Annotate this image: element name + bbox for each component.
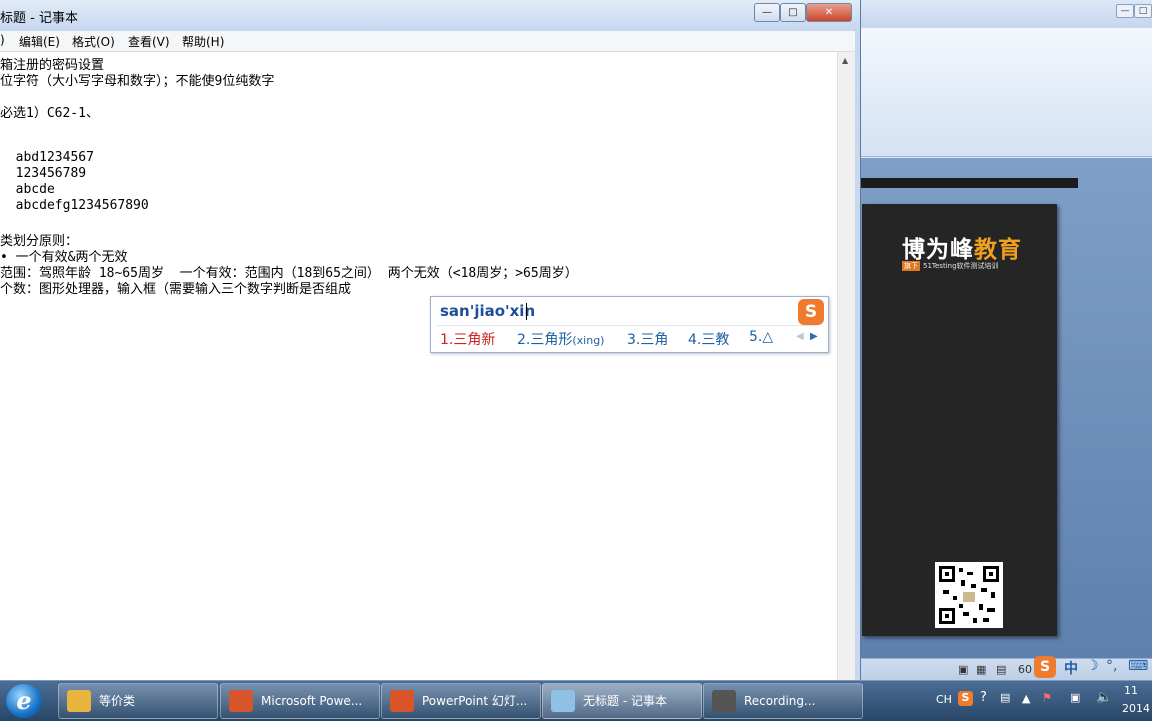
view-normal-icon[interactable]: ▣: [958, 663, 968, 676]
minimize-button[interactable]: —: [754, 3, 780, 22]
brand-name: 博为峰: [902, 237, 974, 263]
window-title: 标题 - 记事本: [0, 11, 78, 26]
taskbar-item-slideshow[interactable]: PowerPoint 幻灯...: [381, 683, 541, 719]
brand-badge: 旗下: [902, 261, 920, 271]
ime-prev-page-icon[interactable]: ◀: [796, 331, 804, 342]
ime-toolbar: S 中 ☽ °, ⌨: [1032, 656, 1152, 680]
view-slideshow-icon[interactable]: ▤: [996, 663, 1006, 676]
slideshow-icon: [390, 690, 414, 712]
zoom-level[interactable]: 60: [1018, 663, 1032, 676]
taskbar-item-label: 无标题 - 记事本: [583, 694, 667, 708]
text-line: abd1234567: [0, 150, 94, 165]
text-caret: [526, 303, 527, 320]
text-line: 123456789: [0, 166, 87, 181]
maximize-button[interactable]: □: [780, 3, 806, 22]
candidate-text: 三角形: [530, 332, 573, 348]
taskbar-item-label: PowerPoint 幻灯...: [422, 694, 528, 708]
menu-edit[interactable]: 编辑(E): [19, 33, 60, 50]
text-line: 个数：图形处理器，输入框（需要输入三个数字判断是否组成: [0, 282, 352, 297]
candidate-pinyin-hint: (xing): [572, 334, 605, 347]
volume-icon[interactable]: 🔈: [1096, 690, 1112, 705]
punctuation-icon[interactable]: °,: [1106, 658, 1117, 674]
powerpoint-icon: [229, 690, 253, 712]
candidate-text: 三教: [701, 332, 730, 348]
ppt-ribbon: [858, 28, 1152, 157]
candidate-text: 三角新: [453, 332, 496, 348]
brand-title: 博为峰教育: [902, 230, 1022, 264]
ime-candidate-1[interactable]: 1.三角新: [440, 329, 495, 349]
menu-help[interactable]: 帮助(H): [182, 33, 224, 50]
brand-subtitle: 旗下 51Testing软件测试培训: [902, 261, 999, 271]
text-line: abcde: [0, 182, 55, 197]
menu-bar: ) 编辑(E) 格式(O) 查看(V) 帮助(H): [0, 31, 855, 52]
slide[interactable]: 博为峰教育 旗下 51Testing软件测试培训: [862, 204, 1057, 636]
ppt-titlebar: — □: [858, 0, 1152, 28]
menu-format[interactable]: 格式(O): [72, 33, 115, 50]
taskbar-item-label: Microsoft Powe...: [261, 694, 363, 708]
ime-candidate-5[interactable]: 5.△: [749, 329, 773, 345]
recording-icon: [712, 690, 736, 712]
candidate-number: 5.: [749, 329, 763, 345]
notepad-icon: [551, 690, 575, 712]
ie-browser-icon[interactable]: e: [6, 684, 42, 718]
ime-next-page-icon[interactable]: ▶: [810, 331, 818, 342]
ime-candidate-2[interactable]: 2.三角形(xing): [517, 329, 604, 349]
powerpoint-window: — □ 博为峰教育 旗下 51Testing软件测试培训 ▣ ▦ ▤ 60: [858, 0, 1152, 685]
help-icon[interactable]: ?: [980, 690, 987, 705]
candidate-number: 4.: [688, 332, 702, 348]
menu-file[interactable]: ): [0, 33, 5, 47]
taskbar-item-folder[interactable]: 等价类: [58, 683, 218, 719]
menu-view[interactable]: 查看(V): [128, 33, 170, 50]
candidate-number: 3.: [627, 332, 641, 348]
candidate-text: △: [762, 329, 774, 345]
taskbar-item-recording[interactable]: Recording...: [703, 683, 863, 719]
ppt-minimize-button[interactable]: —: [1116, 4, 1134, 18]
network-icon[interactable]: ▤: [1000, 691, 1010, 704]
folder-icon: [67, 690, 91, 712]
qr-code-icon: [935, 562, 1003, 628]
sogou-logo-icon: S: [798, 299, 824, 325]
view-sorter-icon[interactable]: ▦: [976, 663, 986, 676]
candidate-number: 1.: [440, 332, 454, 348]
clock-time[interactable]: 11: [1124, 684, 1138, 697]
clock-date[interactable]: 2014: [1122, 702, 1150, 715]
ime-composition: san'jiao'xin: [440, 302, 536, 320]
ime-divider: [437, 325, 817, 326]
display-icon[interactable]: ▣: [1070, 691, 1080, 704]
ppt-slide-canvas: 博为峰教育 旗下 51Testing软件测试培训: [858, 158, 1152, 658]
taskbar-item-powerpoint[interactable]: Microsoft Powe...: [220, 683, 380, 719]
vertical-scrollbar[interactable]: ▲: [837, 52, 855, 682]
sogou-tray-icon[interactable]: S: [958, 691, 973, 706]
halfwidth-moon-icon[interactable]: ☽: [1086, 658, 1099, 674]
flag-alert-icon[interactable]: ⚑: [1042, 691, 1052, 704]
brand-name-orange: 教育: [974, 237, 1022, 263]
system-tray: CH S ? ▤ ▲ ⚑ ▣ 🔈 11 2014: [930, 681, 1152, 721]
candidate-number: 2.: [517, 332, 531, 348]
text-line: abcdefg1234567890: [0, 198, 149, 213]
language-indicator[interactable]: CH: [936, 693, 952, 706]
taskbar: e 等价类 Microsoft Powe... PowerPoint 幻灯...…: [0, 680, 1152, 721]
notepad-titlebar[interactable]: 标题 - 记事本 — □ ✕: [0, 0, 860, 30]
scroll-up-icon[interactable]: ▲: [842, 56, 848, 65]
text-area[interactable]: 箱注册的密码设置 位字符（大小写字母和数字）；不能使9位纯数字 必选1）C62-…: [0, 52, 837, 682]
taskbar-item-label: 等价类: [99, 694, 136, 708]
sogou-toolbar-icon[interactable]: S: [1034, 656, 1056, 678]
ppt-dark-bar: [858, 178, 1078, 188]
taskbar-item-label: Recording...: [744, 694, 816, 708]
ime-candidate-4[interactable]: 4.三教: [688, 329, 729, 349]
ime-candidate-window: san'jiao'xin S 1.三角新 2.三角形(xing) 3.三角 4.…: [430, 296, 829, 353]
ime-candidate-3[interactable]: 3.三角: [627, 329, 668, 349]
close-button[interactable]: ✕: [806, 3, 852, 22]
keyboard-icon[interactable]: ⌨: [1128, 658, 1148, 674]
ime-mode-toggle[interactable]: 中: [1064, 658, 1078, 678]
text-line: 必选1）C62-1、: [0, 106, 99, 121]
text-line: 位字符（大小写字母和数字）；不能使9位纯数字: [0, 74, 275, 89]
ppt-restore-button[interactable]: □: [1134, 4, 1152, 18]
show-hidden-icons-icon[interactable]: ▲: [1022, 692, 1030, 705]
candidate-text: 三角: [640, 332, 669, 348]
taskbar-item-notepad[interactable]: 无标题 - 记事本: [542, 683, 702, 719]
brand-subtitle-text: 51Testing软件测试培训: [923, 262, 999, 270]
